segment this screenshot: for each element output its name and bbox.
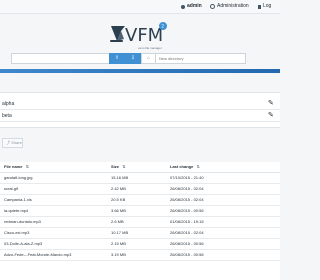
vfm-logo-mark: VFM 2 (110, 22, 167, 46)
edit-icon[interactable]: ✎ (268, 112, 276, 120)
file-name-cell: redman-duntalo.mp3 (4, 219, 41, 224)
table-row[interactable]: scrat.gif 2.42 MB 26/08/2015 - 02:04 (0, 184, 280, 195)
file-name-column-header[interactable]: File name ⇅ (4, 162, 104, 172)
table-row[interactable]: 03-Dolle-A-ala-Z.mp3 2.15 MB 26/08/2015 … (0, 239, 280, 250)
table-row[interactable]: gandalf-long.jpg 15.16 MB 07/10/2015 - 2… (0, 173, 280, 184)
table-row[interactable]: Campania-1.xls 20.5 KB 26/08/2015 - 02:0… (0, 195, 280, 206)
user-icon (181, 4, 185, 9)
logout-link[interactable]: Log (258, 0, 271, 13)
vfm-logo: VFM 2 veno file manager (107, 21, 175, 50)
folder-row-alpha[interactable]: alpha ✎ (0, 99, 280, 110)
file-size-cell: 15.16 MB (111, 175, 129, 180)
last-change-cell: 26/08/2015 - 02:04 (170, 186, 204, 191)
upload-progress-bar (0, 69, 280, 73)
new-folder-button[interactable]: ⌂ (141, 53, 156, 64)
last-change-cell: 01/08/2015 - 19:15 (170, 219, 204, 224)
folder-row-beta[interactable]: beta ✎ (0, 111, 280, 122)
logout-label: Log (263, 3, 272, 9)
veno-file-manager-app: admin Administration Log VFM 2 veno file… (0, 0, 280, 280)
logo-tagline: veno file manager (138, 46, 162, 50)
upload-selection-area[interactable] (11, 53, 109, 64)
table-row[interactable]: la-quiete.mp4 3.66 MB 26/08/2015 - 00:56 (0, 206, 280, 217)
file-size-cell: 2.42 MB (111, 186, 126, 191)
new-directory-input[interactable] (156, 53, 246, 64)
file-name-cell: scrat.gif (4, 186, 19, 191)
size-column-header[interactable]: Size ⇅ (111, 162, 159, 172)
last-change-cell: 26/08/2015 - 00:56 (170, 241, 204, 246)
last-change-cell: 07/10/2015 - 21:40 (170, 175, 204, 180)
top-navigation-bar: admin Administration Log (0, 0, 280, 14)
upload-button[interactable]: ⇧ (109, 53, 125, 64)
folder-label: alpha (2, 101, 15, 107)
edit-icon[interactable]: ✎ (268, 100, 276, 108)
file-size-cell: 2.15 MB (111, 241, 126, 246)
file-table: File name ⇅ Size ⇅ Last change ⇅ gandalf… (0, 162, 280, 280)
file-size-cell: 3.19 MB (111, 252, 126, 257)
last-change-header-label: Last change (170, 164, 194, 169)
file-name-header-label: File name (4, 164, 23, 169)
folder-icon: ⌂ (146, 55, 151, 61)
administration-link[interactable]: Administration (210, 0, 249, 13)
file-name-cell: Adzo-Fede---Feat-Monde-Marcio.mp3 (4, 252, 72, 257)
gear-icon (210, 4, 215, 9)
file-name-cell: Cisco-exi.mp3 (4, 230, 30, 235)
size-header-label: Size (111, 164, 120, 169)
download-button[interactable]: ⇩ (125, 53, 141, 64)
user-menu[interactable]: admin (181, 0, 202, 13)
folder-label: beta (2, 113, 12, 119)
table-row[interactable]: Cisco-exi.mp3 10.17 MB 26/08/2015 - 02:0… (0, 228, 280, 239)
file-size-cell: 20.5 KB (111, 197, 126, 202)
sort-icon: ⇅ (122, 164, 126, 169)
last-change-cell: 26/08/2015 - 00:56 (170, 252, 204, 257)
sort-icon: ⇅ (196, 164, 200, 169)
sort-icon: ⇅ (25, 164, 29, 169)
folder-list: alpha ✎ beta ✎ (0, 92, 280, 128)
share-button[interactable]: ⤴ Share (2, 138, 23, 148)
user-label: admin (187, 3, 202, 9)
table-row[interactable]: redman-duntalo.mp3 2.6 MB 01/08/2015 - 1… (0, 217, 280, 228)
last-change-cell: 26/08/2015 - 02:04 (170, 230, 204, 235)
file-size-cell: 2.6 MB (111, 219, 124, 224)
upload-progress-fill (0, 69, 280, 73)
logo-title: VFM (125, 25, 163, 46)
file-name-cell: Campania-1.xls (4, 197, 32, 202)
share-icon: ⤴ (6, 140, 10, 145)
file-name-cell: la-quiete.mp4 (4, 208, 29, 213)
last-change-cell: 26/08/2015 - 02:04 (170, 197, 204, 202)
file-size-cell: 3.66 MB (111, 208, 126, 213)
file-size-cell: 10.17 MB (111, 230, 129, 235)
file-name-cell: gandalf-long.jpg (4, 175, 33, 180)
last-change-cell: 26/08/2015 - 00:56 (170, 208, 204, 213)
table-header: File name ⇅ Size ⇅ Last change ⇅ (0, 162, 280, 173)
share-label: Share (11, 140, 22, 145)
logout-icon (258, 4, 261, 9)
administration-label: Administration (217, 3, 249, 9)
upload-icon: ⇧ (114, 55, 120, 61)
file-name-cell: 03-Dolle-A-ala-Z.mp3 (4, 241, 43, 246)
last-change-column-header[interactable]: Last change ⇅ (170, 162, 270, 172)
download-icon: ⇩ (130, 55, 136, 61)
upload-toolbar: ⇧ ⇩ ⌂ (11, 53, 246, 64)
table-row[interactable]: Adzo-Fede---Feat-Monde-Marcio.mp3 3.19 M… (0, 250, 280, 261)
